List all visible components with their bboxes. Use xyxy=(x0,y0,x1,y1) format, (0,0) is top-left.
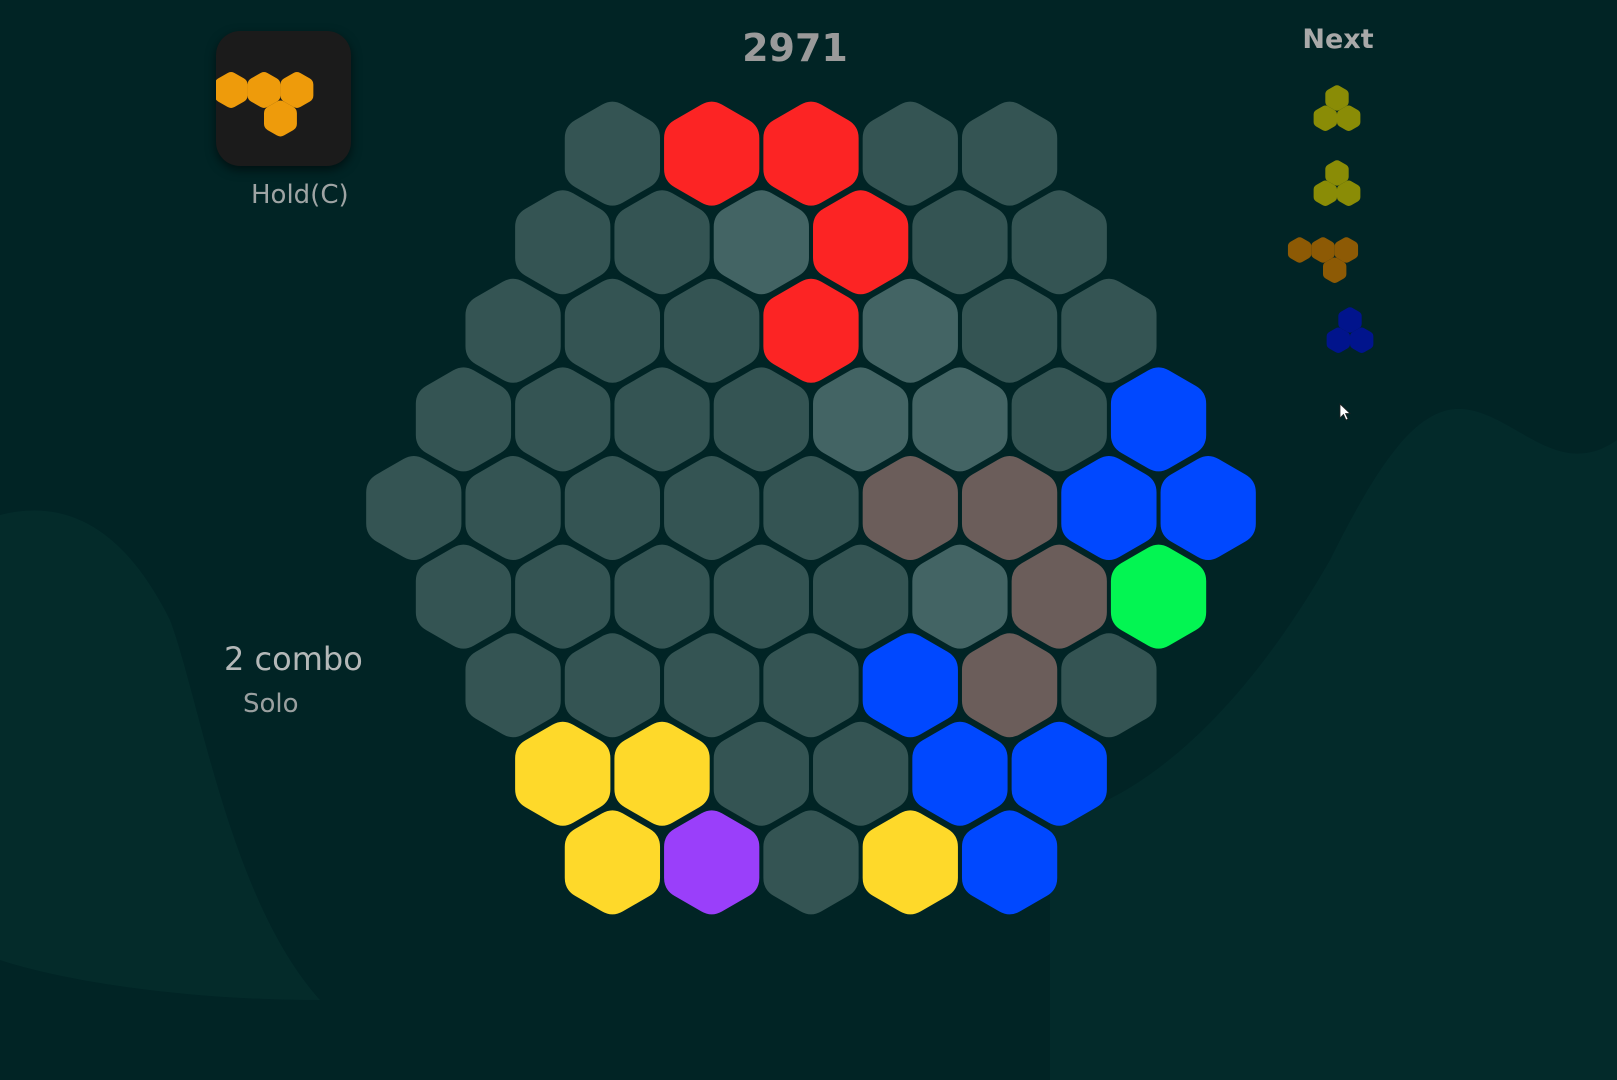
combo-counter: 2 combo xyxy=(224,640,363,678)
next-piece-4 xyxy=(1326,307,1374,354)
game-mode-label: Solo xyxy=(243,689,299,719)
next-piece-3 xyxy=(1287,237,1359,284)
piece-hex xyxy=(1287,237,1312,263)
mouse-cursor-icon xyxy=(1339,403,1352,421)
next-queue xyxy=(1287,85,1374,354)
next-piece-2 xyxy=(1313,160,1361,207)
next-piece-1 xyxy=(1313,85,1361,132)
